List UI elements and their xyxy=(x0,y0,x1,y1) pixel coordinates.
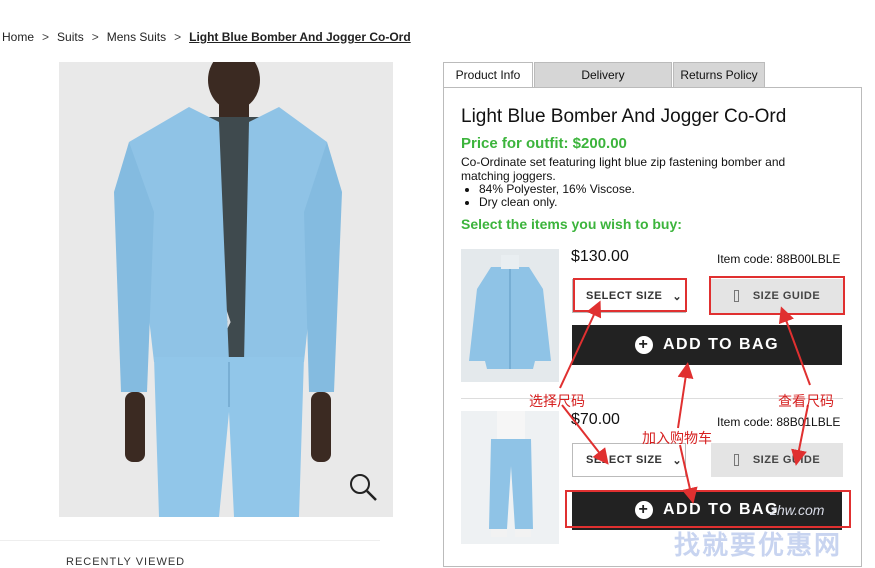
select-items-prompt: Select the items you wish to buy: xyxy=(461,216,682,232)
product-main-image[interactable] xyxy=(59,62,393,517)
model-illustration xyxy=(59,62,393,517)
breadcrumb-home[interactable]: Home xyxy=(2,30,34,44)
breadcrumb-current: Light Blue Bomber And Jogger Co-Ord xyxy=(189,30,411,44)
outfit-price: Price for outfit: $200.00 xyxy=(461,135,627,152)
annotation-size-guide: 查看尺码 xyxy=(778,393,834,409)
product-tabs: Product Info Delivery Returns Policy xyxy=(443,62,766,88)
feature-list: 84% Polyester, 16% Viscose. Dry clean on… xyxy=(461,183,635,209)
breadcrumb: Home > Suits > Mens Suits > Light Blue B… xyxy=(2,30,411,44)
breadcrumb-mens-suits[interactable]: Mens Suits xyxy=(107,30,166,44)
annotation-add-to-bag: 加入购物车 xyxy=(642,430,712,446)
chevron-right-icon: > xyxy=(174,30,182,44)
tab-delivery[interactable]: Delivery xyxy=(534,62,672,88)
tab-returns-policy[interactable]: Returns Policy xyxy=(673,62,765,88)
zoom-icon[interactable] xyxy=(348,472,378,502)
watermark-text: 找就要优惠网 xyxy=(674,531,843,561)
feature-item: Dry clean only. xyxy=(479,196,635,209)
product-description: Co-Ordinate set featuring light blue zip… xyxy=(461,155,786,183)
watermark-url: zhw.com xyxy=(770,502,825,518)
chevron-right-icon: > xyxy=(42,30,50,44)
recently-viewed-heading: RECENTLY VIEWED xyxy=(66,556,186,568)
product-title: Light Blue Bomber And Jogger Co-Ord xyxy=(461,106,787,127)
divider xyxy=(0,540,380,541)
tab-product-info[interactable]: Product Info xyxy=(443,62,533,88)
annotation-select-size: 选择尺码 xyxy=(529,393,585,409)
chevron-right-icon: > xyxy=(91,30,99,44)
breadcrumb-suits[interactable]: Suits xyxy=(57,30,84,44)
